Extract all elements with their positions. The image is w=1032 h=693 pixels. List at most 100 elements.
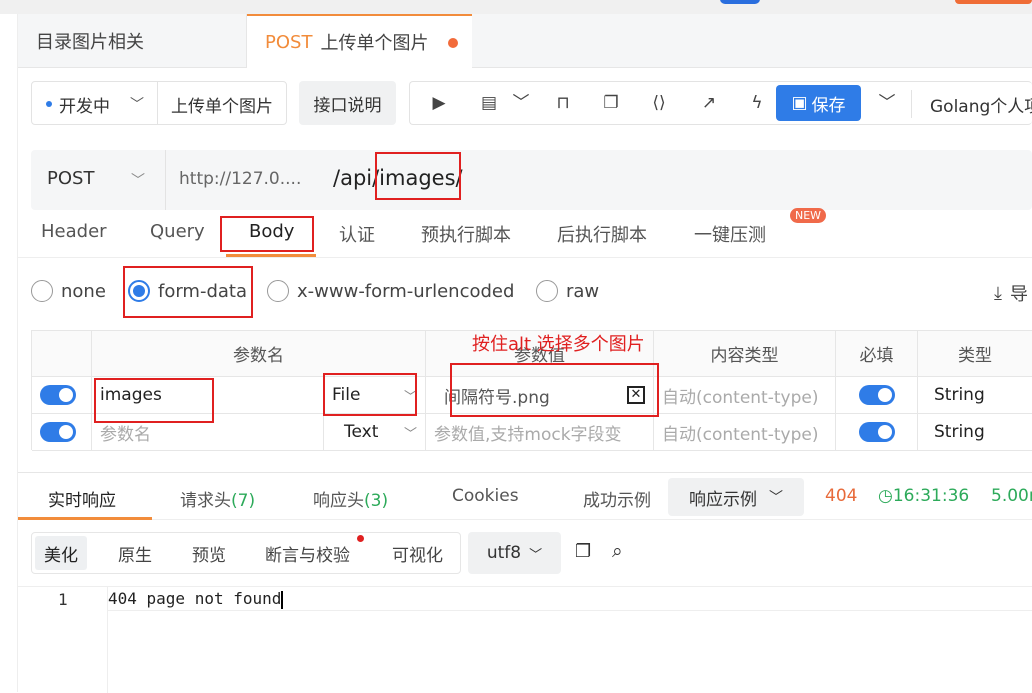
radio-circle xyxy=(536,280,558,302)
text-caret xyxy=(281,590,284,609)
tab-upload-image[interactable]: POST 上传单个图片 xyxy=(247,14,472,68)
api-name[interactable]: 上传单个图片 xyxy=(171,92,281,117)
divider xyxy=(911,90,912,118)
radio-raw[interactable]: raw xyxy=(536,280,599,302)
tab-stress-test[interactable]: 一键压测 xyxy=(694,221,766,247)
new-badge: NEW xyxy=(790,208,827,223)
radio-none[interactable]: none xyxy=(31,280,106,302)
search-icon[interactable]: ⌕ xyxy=(612,540,623,562)
chevron-down-icon: ﹀ xyxy=(769,490,783,506)
table-row-toggle[interactable] xyxy=(32,377,92,414)
content-type-cell[interactable]: 自动(content-type) xyxy=(654,414,836,451)
method-select[interactable]: POST xyxy=(47,168,94,189)
annotation-text: 按住alt 选择多个图片 xyxy=(472,334,645,355)
team-selector[interactable]: Golang个人项 xyxy=(930,92,1032,117)
clock-icon: ◷ xyxy=(878,486,893,506)
tab-query[interactable]: Query xyxy=(150,221,205,242)
required-cell[interactable] xyxy=(836,414,918,451)
highlight-box xyxy=(220,216,314,252)
action-toolbar: ▶ ▤ ﹀ ⊓ ❐ ⟨⟩ ↗ ϟ ▣ 保存 ﹀ Golang个人项 xyxy=(409,81,1032,125)
tab-bar: 目录图片相关 POST 上传单个图片 xyxy=(18,14,1032,68)
line-number: 1 xyxy=(58,590,68,609)
tab-success-example[interactable]: 成功示例 xyxy=(583,486,651,511)
header-toggle xyxy=(32,331,92,377)
code-line[interactable]: 404 page not found xyxy=(108,587,1032,611)
type-cell[interactable]: String xyxy=(918,414,1032,451)
radio-urlencoded[interactable]: x-www-form-urlencoded xyxy=(267,280,514,302)
request-tabs: Header Query Body 认证 预执行脚本 后执行脚本 一键压测 NE… xyxy=(18,208,1032,258)
top-strip xyxy=(0,0,1032,14)
env-selector[interactable]: 开发中 ﹀ 上传单个图片 xyxy=(31,81,287,125)
kind-label: Text xyxy=(344,422,379,442)
required-toggle[interactable] xyxy=(858,422,895,442)
required-cell[interactable] xyxy=(836,377,918,414)
fmt-beautify[interactable]: 美化 xyxy=(35,536,87,570)
active-tab-underline xyxy=(18,517,152,520)
chevron-down-icon: ﹀ xyxy=(403,426,417,442)
tab-header[interactable]: Header xyxy=(41,221,107,242)
table-row-toggle[interactable] xyxy=(32,414,92,451)
chevron-down-icon[interactable]: ﹀ xyxy=(876,92,898,114)
copy-icon[interactable]: ❐ xyxy=(575,541,591,562)
tab-response-headers[interactable]: 响应头(3) xyxy=(313,486,388,511)
tab-pre-script[interactable]: 预执行脚本 xyxy=(421,221,511,247)
select-label: 响应示例 xyxy=(689,489,757,510)
status-code: 404 xyxy=(825,486,858,506)
response-editor[interactable]: 1 404 page not found xyxy=(18,586,1032,693)
code-icon[interactable]: ⟨⟩ xyxy=(648,92,670,114)
env-dot xyxy=(46,101,52,107)
highlight-box xyxy=(323,373,417,416)
play-icon[interactable]: ▶ xyxy=(428,92,450,114)
tab-realtime-response[interactable]: 实时响应 xyxy=(48,486,116,511)
param-value-cell[interactable]: 参数值,支持mock字段变 xyxy=(426,414,654,451)
highlight-box xyxy=(123,266,253,318)
window-control-orange[interactable] xyxy=(955,0,1032,4)
tab-request-headers[interactable]: 请求头(7) xyxy=(180,486,255,511)
window-control[interactable] xyxy=(720,0,760,4)
fmt-assert[interactable]: 断言与校验 xyxy=(265,541,350,566)
param-kind-select[interactable]: Text ﹀ xyxy=(324,414,426,451)
form-icon[interactable]: ▤ xyxy=(478,92,500,114)
chevron-down-icon[interactable]: ﹀ xyxy=(510,92,532,114)
radio-label: none xyxy=(61,280,106,302)
enable-toggle[interactable] xyxy=(40,385,76,405)
active-tab-underline xyxy=(226,254,316,257)
radio-circle xyxy=(31,280,53,302)
encoding-label: utf8 xyxy=(486,543,522,563)
tab-auth[interactable]: 认证 xyxy=(339,221,375,247)
flash-icon[interactable]: ϟ xyxy=(746,92,768,114)
import-button[interactable]: ⤓ 导 xyxy=(994,280,1028,306)
left-strip xyxy=(0,14,18,692)
share-icon[interactable]: ↗ xyxy=(698,92,720,114)
fmt-raw[interactable]: 原生 xyxy=(118,541,152,566)
fmt-visualize[interactable]: 可视化 xyxy=(392,541,443,566)
api-doc-button[interactable]: 接口说明 xyxy=(299,81,396,125)
tab-post-script[interactable]: 后执行脚本 xyxy=(557,221,647,247)
tab-cookies[interactable]: Cookies xyxy=(452,486,519,506)
count: (7) xyxy=(231,491,256,511)
tab-method: POST xyxy=(265,31,313,53)
type-cell[interactable]: String xyxy=(918,377,1032,414)
lock-icon[interactable]: ⊓ xyxy=(552,92,574,114)
header-content-type: 内容类型 xyxy=(654,331,836,377)
example-select[interactable]: 响应示例 ﹀ xyxy=(668,478,804,516)
save-icon: ▣ xyxy=(791,93,808,113)
divider xyxy=(165,150,166,210)
line-gutter: 1 xyxy=(18,587,108,693)
content-type-cell[interactable]: 自动(content-type) xyxy=(654,377,836,414)
time-value: 16:31:36 xyxy=(892,486,970,506)
radio-label: x-www-form-urlencoded xyxy=(297,280,515,302)
required-toggle[interactable] xyxy=(858,385,895,405)
url-bar: POST ﹀ http://127.0.... /api/images/ xyxy=(31,150,1032,210)
encoding-select[interactable]: utf8 ﹀ xyxy=(468,532,561,574)
tab-directory-images[interactable]: 目录图片相关 xyxy=(18,14,247,68)
copy-icon[interactable]: ❐ xyxy=(600,92,622,114)
response-time: ◷16:31:36 xyxy=(878,486,969,506)
enable-toggle[interactable] xyxy=(40,422,76,442)
fmt-preview[interactable]: 预览 xyxy=(192,541,226,566)
chevron-down-icon: ﹀ xyxy=(130,97,144,113)
url-host[interactable]: http://127.0.... xyxy=(179,169,301,189)
chevron-down-icon[interactable]: ﹀ xyxy=(131,170,145,190)
highlight-box xyxy=(375,152,461,200)
save-button[interactable]: ▣ 保存 xyxy=(776,85,861,121)
